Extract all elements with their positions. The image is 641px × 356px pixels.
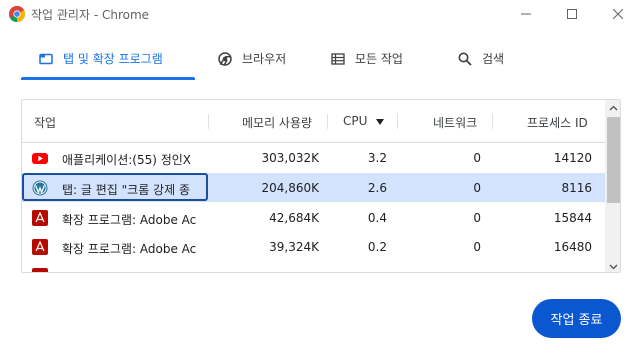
pid-value: 8116	[561, 181, 592, 195]
tab-search[interactable]: 검색	[458, 40, 504, 77]
tab-label: 탭 및 확장 프로그램	[63, 52, 163, 66]
minimize-icon	[521, 13, 531, 15]
network-value: 0	[473, 240, 481, 254]
maximize-button[interactable]	[549, 0, 595, 28]
close-icon	[613, 9, 623, 19]
column-header-memory[interactable]: 메모리 사용량	[242, 114, 312, 131]
adobe-acrobat-icon	[32, 239, 48, 255]
minimize-button[interactable]	[503, 0, 549, 28]
table-row-selected[interactable]: 탭: 글 편집 "크롬 강제 종 204,860K 2.6 0 8116	[22, 173, 605, 202]
cpu-value: 2.6	[367, 181, 387, 195]
memory-value: 39,324K	[269, 240, 319, 254]
tab-label: 브라우저	[242, 52, 287, 66]
network-value: 0	[473, 211, 481, 225]
scroll-down-button[interactable]	[605, 259, 620, 272]
column-header-task[interactable]: 작업	[34, 114, 56, 131]
cpu-value: 0.2	[367, 240, 387, 254]
column-header-cpu-label: CPU	[343, 114, 368, 128]
column-header-cpu[interactable]: CPU	[343, 114, 385, 128]
table-row[interactable]: 확장 프로그램: Adobe Ac 39,324K 0.2 0 16480	[22, 232, 605, 261]
column-divider[interactable]	[397, 114, 398, 129]
tab-tabs-and-extensions[interactable]: 탭 및 확장 프로그램	[39, 40, 163, 77]
tab-all-tasks[interactable]: 모든 작업	[331, 40, 403, 77]
pid-value: 16480	[553, 240, 592, 254]
chrome-icon	[218, 51, 232, 66]
tab-browser[interactable]: 브라우저	[218, 40, 286, 77]
tab-label: 모든 작업	[355, 52, 403, 66]
adobe-acrobat-icon	[32, 210, 48, 226]
end-task-button[interactable]: 작업 종료	[532, 299, 621, 338]
maximize-icon	[567, 9, 577, 19]
column-divider[interactable]	[492, 114, 493, 129]
table-row[interactable]: 확장 프로그램: Adobe Ac 42,684K 0.4 0 15844	[22, 203, 605, 232]
network-value: 0	[473, 151, 481, 165]
active-tab-indicator	[21, 77, 195, 80]
search-icon	[458, 52, 472, 66]
task-name: 확장 프로그램: Adobe Ac	[62, 213, 196, 227]
column-divider[interactable]	[327, 114, 328, 129]
tab-label: 검색	[482, 52, 505, 66]
memory-value: 303,032K	[261, 151, 320, 165]
sort-descending-icon	[376, 118, 385, 125]
tab-bar: 탭 및 확장 프로그램 브라우저 모든 작업 검색	[21, 40, 621, 84]
adobe-acrobat-icon	[32, 268, 48, 272]
tab-window-icon	[39, 53, 53, 64]
chevron-up-icon	[609, 105, 618, 110]
task-table: 작업 메모리 사용량 CPU 네트워크 프로세스 ID 애플리케이션:(55) …	[21, 99, 621, 273]
cpu-value: 3.2	[367, 151, 387, 165]
chevron-down-icon	[609, 264, 618, 269]
wordpress-icon	[32, 180, 48, 196]
task-name: 확장 프로그램: Adobe Ac	[62, 242, 196, 256]
column-header-network[interactable]: 네트워크	[433, 114, 477, 131]
scroll-up-button[interactable]	[605, 100, 620, 115]
memory-value: 42,684K	[269, 211, 319, 225]
window-title: 작업 관리자 - Chrome	[31, 8, 150, 22]
pid-value: 15844	[553, 211, 592, 225]
table-row-partial[interactable]	[22, 262, 605, 272]
task-name: 탭: 글 편집 "크롬 강제 종	[62, 183, 190, 197]
list-icon	[331, 52, 345, 65]
column-divider[interactable]	[208, 114, 209, 129]
vertical-scrollbar[interactable]	[605, 100, 620, 272]
title-bar: 작업 관리자 - Chrome	[0, 0, 641, 28]
cpu-value: 0.4	[367, 211, 387, 225]
scrollbar-thumb[interactable]	[607, 117, 620, 203]
youtube-icon	[32, 153, 48, 164]
chrome-logo-icon	[9, 6, 25, 22]
memory-value: 204,860K	[261, 181, 320, 195]
task-name: 애플리케이션:(55) 정인X	[62, 153, 192, 167]
table-header: 작업 메모리 사용량 CPU 네트워크 프로세스 ID	[22, 100, 605, 143]
pid-value: 14120	[553, 151, 592, 165]
network-value: 0	[473, 181, 481, 195]
table-row[interactable]: 애플리케이션:(55) 정인X 303,032K 3.2 0 14120	[22, 143, 605, 172]
column-header-pid[interactable]: 프로세스 ID	[527, 114, 588, 131]
close-button[interactable]	[595, 0, 641, 28]
